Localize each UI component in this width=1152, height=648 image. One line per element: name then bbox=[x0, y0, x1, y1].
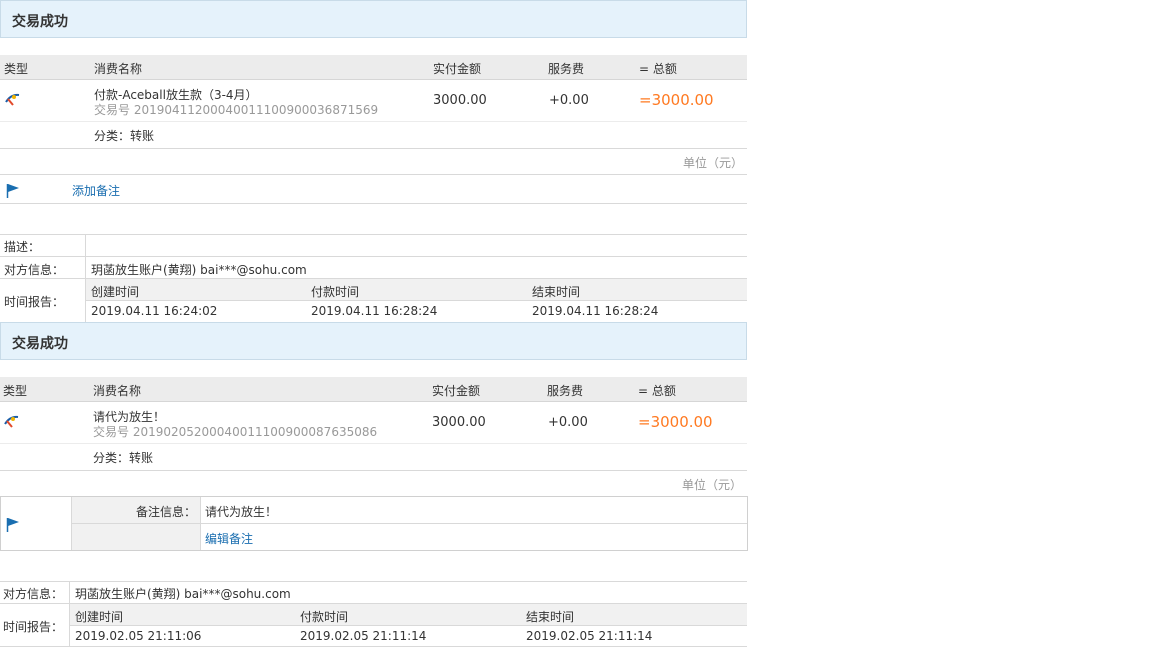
create-time-value: 2019.04.11 16:24:02 bbox=[91, 304, 218, 318]
divider bbox=[0, 203, 747, 204]
time-header-row bbox=[70, 604, 747, 625]
divider bbox=[86, 300, 747, 301]
divider bbox=[0, 148, 747, 149]
header-name: 消费名称 bbox=[93, 384, 142, 398]
party-value: 玥菡放生账户(黄翔) bai***@sohu.com bbox=[91, 263, 307, 277]
service-fee: +0.00 bbox=[548, 415, 588, 430]
party-label: 对方信息： bbox=[3, 587, 64, 601]
note-label: 备注信息： bbox=[136, 505, 197, 519]
divider bbox=[0, 174, 747, 175]
pay-time-label: 付款时间 bbox=[311, 285, 360, 299]
end-time-label: 结束时间 bbox=[532, 285, 581, 299]
trade-status-bar: 交易成功 bbox=[0, 322, 747, 360]
service-fee: +0.00 bbox=[549, 93, 589, 108]
time-report-label: 时间报告： bbox=[3, 620, 64, 634]
transfer-type-icon bbox=[4, 413, 20, 429]
header-fee: 服务费 bbox=[548, 62, 585, 76]
header-paid: 实付金额 bbox=[432, 384, 481, 398]
trade-number: 交易号 20190411200040011100900036871569 bbox=[94, 103, 379, 117]
divider bbox=[72, 523, 747, 524]
divider bbox=[0, 470, 747, 471]
pay-time-value: 2019.02.05 21:11:14 bbox=[300, 629, 427, 643]
time-header-row bbox=[86, 279, 747, 300]
divider bbox=[0, 121, 747, 122]
divider bbox=[0, 443, 747, 444]
header-type: 类型 bbox=[3, 384, 28, 398]
total-amount: =3000.00 bbox=[639, 91, 714, 109]
pay-time-value: 2019.04.11 16:28:24 bbox=[311, 304, 438, 318]
edit-note-link[interactable]: 编辑备注 bbox=[205, 530, 253, 547]
end-time-value: 2019.04.11 16:28:24 bbox=[532, 304, 659, 318]
header-name: 消费名称 bbox=[94, 62, 143, 76]
flag-icon[interactable] bbox=[6, 517, 20, 533]
trade-number: 交易号 20190205200040011100900087635086 bbox=[93, 425, 378, 439]
header-type: 类型 bbox=[4, 62, 29, 76]
category: 分类：转账 bbox=[93, 451, 154, 465]
create-time-label: 创建时间 bbox=[91, 285, 140, 299]
unit-label: 单位（元） bbox=[682, 478, 743, 492]
party-label: 对方信息： bbox=[4, 263, 65, 277]
divider bbox=[0, 234, 747, 235]
divider bbox=[0, 256, 747, 257]
header-total: = 总额 bbox=[638, 384, 676, 398]
unit-label: 单位（元） bbox=[683, 156, 744, 170]
add-note-link[interactable]: 添加备注 bbox=[72, 182, 120, 199]
end-time-label: 结束时间 bbox=[526, 610, 575, 624]
transfer-type-icon bbox=[5, 91, 21, 107]
divider bbox=[70, 625, 747, 626]
pay-time-label: 付款时间 bbox=[300, 610, 349, 624]
header-total: = 总额 bbox=[639, 62, 677, 76]
header-fee: 服务费 bbox=[547, 384, 584, 398]
create-time-label: 创建时间 bbox=[75, 610, 124, 624]
party-value: 玥菡放生账户(黄翔) bai***@sohu.com bbox=[75, 587, 291, 601]
note-value: 请代为放生！ bbox=[205, 505, 278, 519]
paid-amount: 3000.00 bbox=[433, 93, 487, 108]
table-header: 类型 消费名称 实付金额 服务费 = 总额 bbox=[0, 377, 747, 402]
end-time-value: 2019.02.05 21:11:14 bbox=[526, 629, 653, 643]
desc-label: 描述： bbox=[4, 240, 41, 254]
total-amount: =3000.00 bbox=[638, 413, 713, 431]
paid-amount: 3000.00 bbox=[432, 415, 486, 430]
trade-status-title: 交易成功 bbox=[12, 14, 68, 30]
time-report-label: 时间报告： bbox=[4, 295, 65, 309]
divider bbox=[0, 646, 747, 647]
category: 分类：转账 bbox=[94, 129, 155, 143]
divider bbox=[0, 581, 747, 582]
trade-status-title: 交易成功 bbox=[12, 336, 68, 352]
flag-icon[interactable] bbox=[6, 183, 20, 199]
header-paid: 实付金额 bbox=[433, 62, 482, 76]
table-header: 类型 消费名称 实付金额 服务费 = 总额 bbox=[0, 55, 747, 80]
trade-status-bar: 交易成功 bbox=[0, 0, 747, 38]
create-time-value: 2019.02.05 21:11:06 bbox=[75, 629, 202, 643]
